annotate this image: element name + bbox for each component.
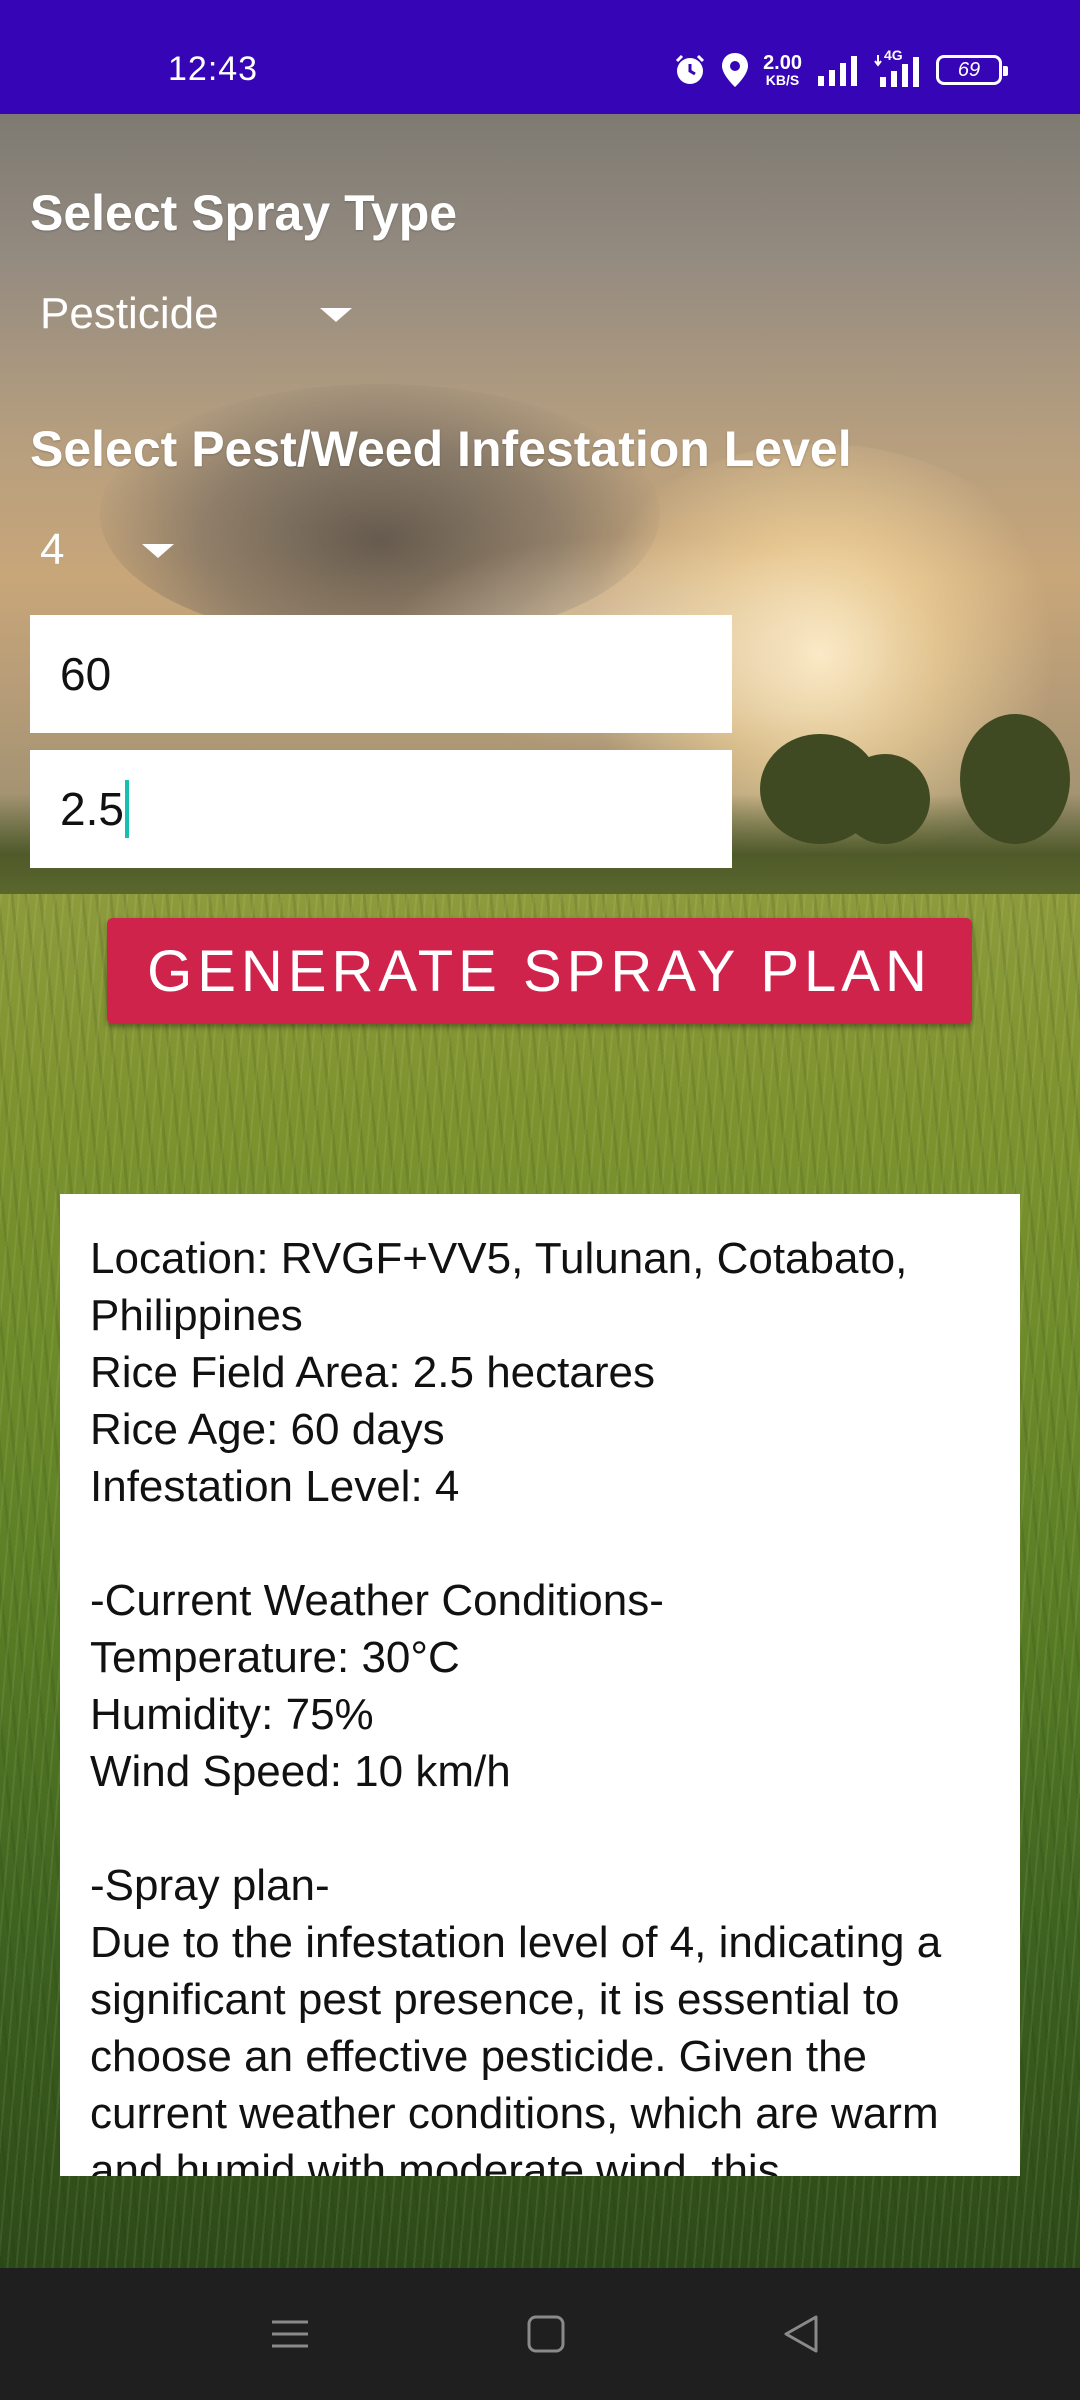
battery-icon: 69: [936, 55, 1008, 85]
result-temperature: Temperature: 30°C: [90, 1633, 460, 1682]
result-area: Rice Field Area: 2.5 hectares: [90, 1348, 655, 1397]
back-icon[interactable]: [780, 2312, 824, 2361]
rice-age-input[interactable]: 60: [30, 615, 732, 733]
field-area-input[interactable]: 2.5: [30, 750, 732, 868]
text-cursor: [124, 780, 129, 838]
chevron-down-icon: [320, 308, 352, 322]
spray-type-selected: Pesticide: [40, 289, 219, 338]
spray-plan-heading: -Spray plan-: [90, 1861, 330, 1910]
navigation-bar: [0, 2268, 1080, 2400]
result-age: Rice Age: 60 days: [90, 1405, 445, 1454]
result-location: Location: RVGF+VV5, Tulunan, Cotabato, P…: [90, 1234, 920, 1340]
signal-4g-icon: 4G: [874, 47, 922, 87]
signal-icon: [816, 54, 860, 86]
spray-type-dropdown[interactable]: Pesticide: [30, 286, 360, 342]
home-icon[interactable]: [524, 2312, 568, 2361]
spray-plan-result: Location: RVGF+VV5, Tulunan, Cotabato, P…: [60, 1194, 1020, 2176]
infestation-dropdown[interactable]: 4: [30, 522, 190, 578]
menu-icon[interactable]: [268, 2312, 312, 2361]
spray-type-label: Select Spray Type: [30, 185, 458, 241]
generate-spray-plan-button[interactable]: GENERATE SPRAY PLAN: [107, 918, 972, 1024]
status-time: 12:43: [168, 50, 259, 88]
result-infestation: Infestation Level: 4: [90, 1462, 460, 1511]
network-speed: 2.00 KB/S: [763, 52, 802, 88]
result-wind-speed: Wind Speed: 10 km/h: [90, 1747, 511, 1796]
alarm-icon: [673, 53, 707, 87]
field-area-value: 2.5: [60, 783, 124, 835]
status-bar: 12:43 2.00 KB/S 4G 69: [0, 0, 1080, 114]
infestation-label: Select Pest/Weed Infestation Level: [30, 421, 852, 477]
chevron-down-icon: [142, 544, 174, 558]
status-icons: 2.00 KB/S 4G 69: [673, 47, 1008, 92]
spray-plan-text: Due to the infestation level of 4, indic…: [90, 1918, 954, 2176]
weather-heading: -Current Weather Conditions-: [90, 1576, 664, 1625]
location-icon: [721, 52, 749, 88]
rice-age-value: 60: [60, 648, 112, 700]
infestation-selected: 4: [40, 525, 65, 574]
result-humidity: Humidity: 75%: [90, 1690, 374, 1739]
